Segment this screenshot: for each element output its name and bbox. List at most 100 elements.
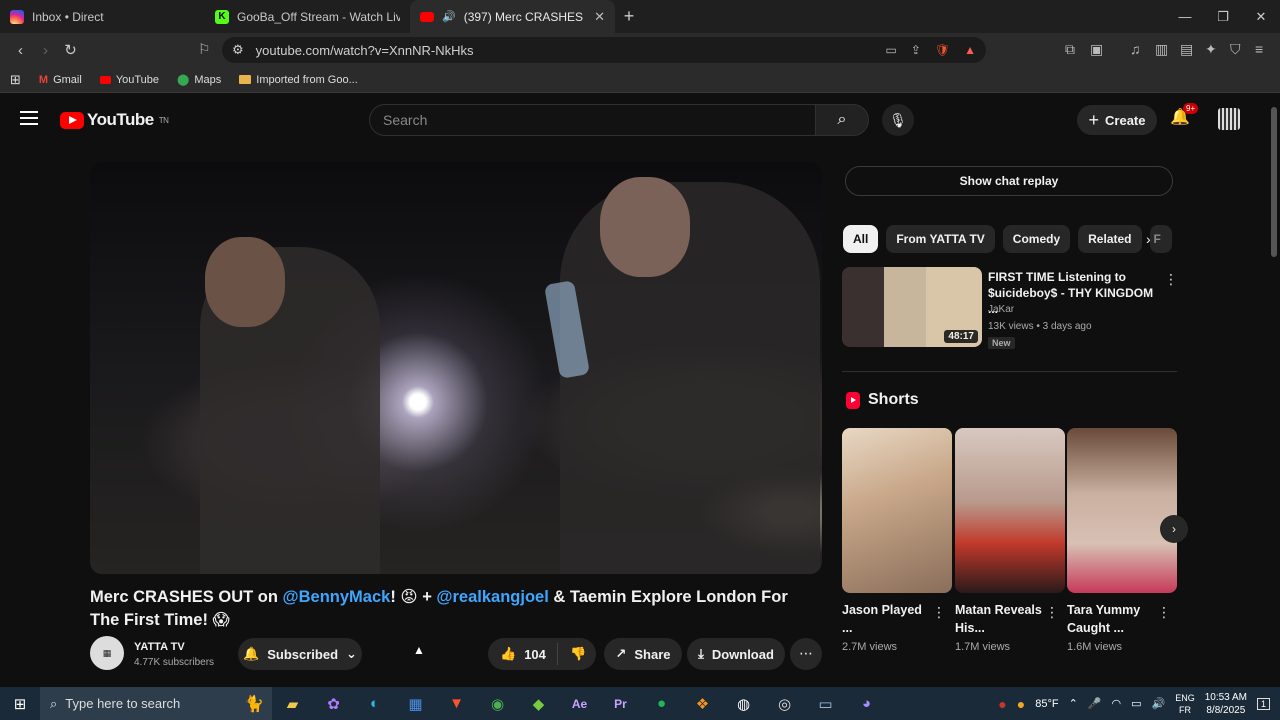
tab-instagram[interactable]: Inbox • Direct xyxy=(0,0,205,33)
more-vertical-icon[interactable]: ⋮ xyxy=(1157,604,1171,621)
minimize-icon[interactable]: — xyxy=(1166,0,1204,33)
more-actions-button[interactable]: ⋯ xyxy=(790,638,822,670)
page-scrollbar[interactable] xyxy=(1268,95,1280,687)
cast-icon[interactable]: ▭ xyxy=(885,43,896,57)
short-item[interactable]: Tara Yummy Caught ... 1.6M views ⋮ xyxy=(1067,428,1177,653)
chip-from-channel[interactable]: From YATTA TV xyxy=(886,225,995,253)
close-tab-icon[interactable]: ✕ xyxy=(594,9,605,25)
mention-link[interactable]: @BennyMack xyxy=(283,588,391,606)
reload-icon[interactable]: ↻ xyxy=(58,41,83,59)
menu-icon[interactable] xyxy=(20,111,38,125)
download-button[interactable]: ⤓ Download xyxy=(687,638,785,670)
after-effects-icon[interactable]: Ae xyxy=(559,697,600,711)
notification-center-icon[interactable]: 1 xyxy=(1256,697,1270,710)
discord-icon[interactable]: ◕ xyxy=(846,695,887,712)
short-item[interactable]: Matan Reveals His... 1.7M views ⋮ xyxy=(955,428,1065,653)
app-icon[interactable]: ▭ xyxy=(805,695,846,713)
share-page-icon[interactable]: ⇪ xyxy=(911,43,921,57)
short-title[interactable]: Matan Reveals His... xyxy=(955,601,1045,637)
video-player[interactable] xyxy=(90,162,822,574)
bookmark-gmail[interactable]: M Gmail xyxy=(39,74,82,86)
maximize-icon[interactable]: ❐ xyxy=(1204,0,1242,33)
wallet-icon[interactable]: ▤ xyxy=(1180,41,1193,58)
battery-icon[interactable]: ▭ xyxy=(1131,697,1141,710)
shorts-next-button[interactable]: › xyxy=(1160,515,1188,543)
media-icon[interactable]: ♫ xyxy=(1130,41,1141,57)
new-tab-button[interactable]: + xyxy=(615,6,643,27)
back-icon[interactable]: ‹ xyxy=(8,42,33,59)
video-card-channel[interactable]: JaKar xyxy=(988,304,1014,315)
extensions-icon[interactable]: ⧉ xyxy=(1065,41,1075,58)
chip-comedy[interactable]: Comedy xyxy=(1002,225,1071,253)
more-vertical-icon[interactable]: ⋮ xyxy=(1164,271,1178,288)
short-thumbnail[interactable] xyxy=(1067,428,1177,593)
volume-icon[interactable]: 🔊 xyxy=(1152,697,1166,710)
brave-icon[interactable]: ▼ xyxy=(436,695,477,712)
tab-kick[interactable]: K GooBa_Off Stream - Watch Live on K xyxy=(205,0,410,33)
menu-icon[interactable]: ≡ xyxy=(1255,41,1263,57)
scrollbar-thumb[interactable] xyxy=(1271,107,1277,257)
bookmark-maps[interactable]: ⬤ Maps xyxy=(177,73,221,87)
share-button[interactable]: ↗ Share xyxy=(604,638,682,670)
search-button[interactable]: ⌕ xyxy=(815,104,869,136)
short-thumbnail[interactable] xyxy=(955,428,1065,593)
apps-grid-icon[interactable]: ⊞ xyxy=(10,72,21,88)
copilot-icon[interactable]: ✿ xyxy=(313,695,354,713)
premiere-icon[interactable]: Pr xyxy=(600,697,641,711)
chevron-right-icon[interactable]: › xyxy=(1146,231,1151,247)
store-icon[interactable]: ▦ xyxy=(395,695,436,713)
create-button[interactable]: + Create xyxy=(1077,105,1157,135)
search-input[interactable]: Search xyxy=(369,104,816,136)
leo-icon[interactable]: ✦ xyxy=(1205,41,1217,58)
site-info-icon[interactable]: ⚙ xyxy=(232,42,244,58)
chrome-icon[interactable]: ◉ xyxy=(477,695,518,713)
wifi-icon[interactable]: ◠ xyxy=(1111,697,1121,710)
fl-studio-icon[interactable]: ❖ xyxy=(682,695,723,713)
chip-all[interactable]: All xyxy=(843,225,879,253)
address-bar[interactable]: ⚙ youtube.com/watch?v=XnnNR-NkHks ▭ ⇪ 🛡 … xyxy=(222,37,986,63)
video-thumbnail[interactable]: 48:17 xyxy=(842,267,982,347)
file-explorer-icon[interactable]: ▰ xyxy=(272,695,313,713)
voice-search-button[interactable]: 🎙 xyxy=(882,104,914,136)
edge-icon[interactable]: ◐ xyxy=(354,695,395,712)
language-indicator[interactable]: ENG FR xyxy=(1175,692,1195,716)
obs-icon[interactable]: ◎ xyxy=(764,695,805,713)
spotify-icon[interactable]: ● xyxy=(641,695,682,712)
youtube-logo[interactable]: YouTube TN xyxy=(60,110,169,130)
chip-partial[interactable]: F xyxy=(1149,225,1172,253)
vpn-icon[interactable]: ⛉ xyxy=(1230,41,1241,58)
more-vertical-icon[interactable]: ⋮ xyxy=(932,604,946,621)
screenshot-icon[interactable]: ▣ xyxy=(1090,41,1103,58)
sidebar-icon[interactable]: ▥ xyxy=(1155,41,1168,58)
record-icon[interactable]: ● xyxy=(998,696,1006,712)
bookmark-folder[interactable]: Imported from Goo... xyxy=(239,74,358,86)
weather-temp[interactable]: 85°F xyxy=(1035,698,1058,710)
microphone-icon[interactable]: 🎤 xyxy=(1088,697,1102,710)
channel-name[interactable]: YATTA TV xyxy=(134,641,185,653)
mention-link[interactable]: @realkangjoel xyxy=(436,588,548,606)
brave-shields-icon[interactable]: 🛡 xyxy=(935,43,950,57)
show-chat-replay-button[interactable]: Show chat replay xyxy=(845,166,1173,196)
short-title[interactable]: Jason Played ... xyxy=(842,601,932,637)
dislike-button[interactable]: 👎 xyxy=(558,646,586,662)
utorrent-icon[interactable]: ◆ xyxy=(518,695,559,713)
capcut-icon[interactable]: ◍ xyxy=(723,695,764,713)
bookmark-youtube[interactable]: YouTube xyxy=(99,74,159,86)
channel-avatar[interactable]: ▦ xyxy=(90,636,124,670)
taskbar-search[interactable]: ⌕ Type here to search 🐈 xyxy=(40,687,272,720)
tab-youtube[interactable]: 🔊 (397) Merc CRASHES OUT on ✕ xyxy=(410,0,615,33)
short-thumbnail[interactable] xyxy=(842,428,952,593)
chip-related[interactable]: Related xyxy=(1078,225,1142,253)
bookmark-icon[interactable]: ⚐ xyxy=(198,41,211,58)
subscribed-button[interactable]: 🔔 Subscribed ⌄ xyxy=(238,638,362,670)
like-button[interactable]: 👍 104 xyxy=(488,643,558,665)
short-title[interactable]: Tara Yummy Caught ... xyxy=(1067,601,1157,637)
windows-start-icon[interactable]: ⊞ xyxy=(0,695,40,713)
short-item[interactable]: Jason Played ... 2.7M views ⋮ xyxy=(842,428,952,653)
close-icon[interactable]: ✕ xyxy=(1242,0,1280,33)
clock[interactable]: 10:53 AM 8/8/2025 xyxy=(1205,691,1247,717)
more-vertical-icon[interactable]: ⋮ xyxy=(1045,604,1059,621)
brave-rewards-icon[interactable]: ▲ xyxy=(964,43,976,57)
forward-icon[interactable]: › xyxy=(33,42,58,59)
recommended-video[interactable]: 48:17 FIRST TIME Listening to $uicideboy… xyxy=(842,267,1178,349)
